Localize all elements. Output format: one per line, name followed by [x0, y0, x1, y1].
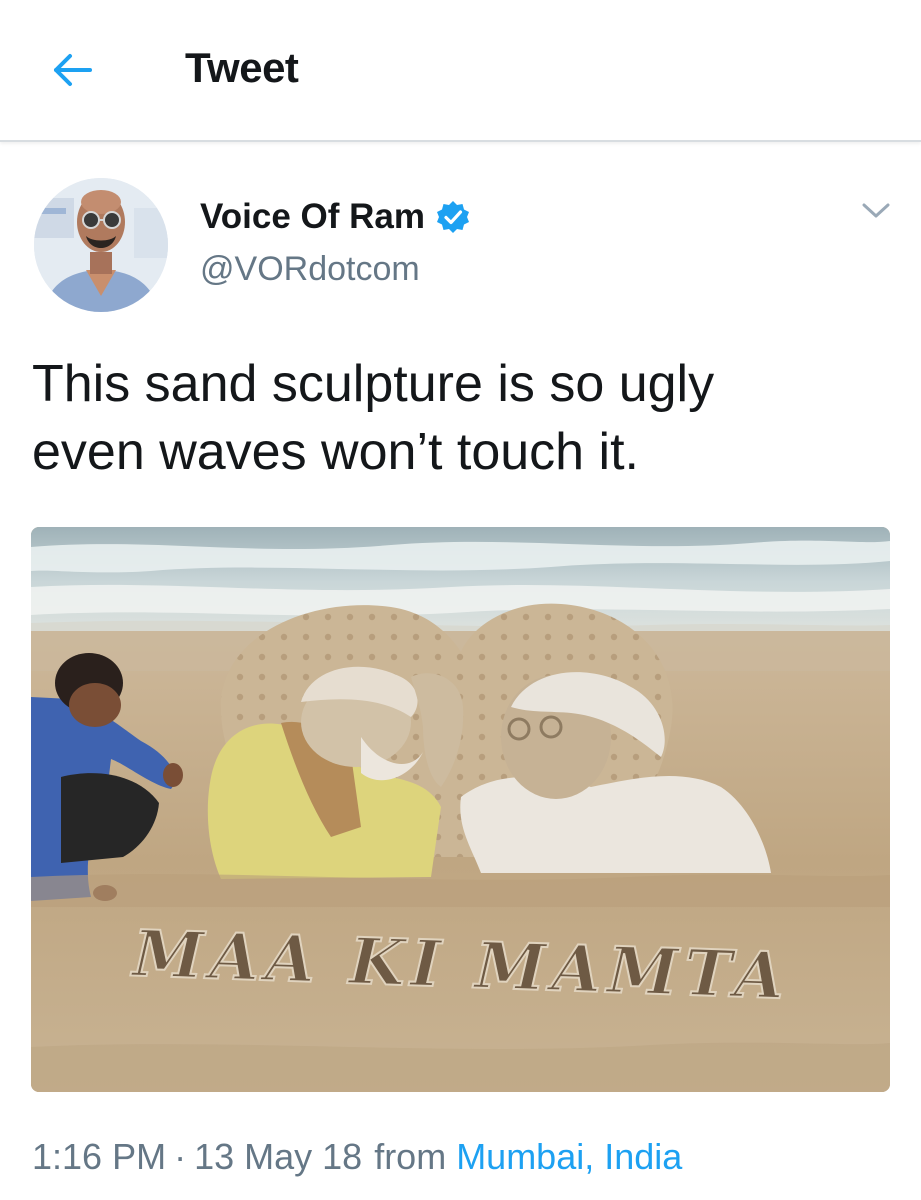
tweet-date: 13 May 18	[194, 1136, 363, 1177]
chevron-down-icon	[862, 203, 890, 218]
author-name-row[interactable]: Voice Of Ram	[200, 195, 471, 239]
avatar-photo	[34, 178, 168, 312]
verified-badge-icon	[436, 201, 469, 233]
page-title: Tweet	[185, 44, 299, 91]
tweet-text: This sand sculpture is so ugly even wave…	[32, 355, 715, 481]
arrow-left-icon	[54, 54, 92, 86]
tweet-meta: 1:16 PM · 13 May 18 from Mumbai, India	[32, 1136, 682, 1178]
sand-sculpture-photo: MAA KI MAMTA	[31, 527, 890, 1092]
display-name[interactable]: Voice Of Ram	[200, 197, 425, 237]
avatar[interactable]	[34, 178, 168, 312]
tweet-time: 1:16 PM	[32, 1136, 167, 1177]
author-handle[interactable]: @VORdotcom	[200, 250, 420, 289]
from-label: from	[374, 1136, 447, 1177]
tweet-options-button[interactable]	[858, 193, 894, 229]
tweet-photo[interactable]: MAA KI MAMTA	[31, 527, 890, 1092]
meta-separator: ·	[174, 1136, 187, 1177]
tweet-detail-screen: Tweet Voice Of Ram @VORdotcom This sand …	[0, 0, 921, 1200]
top-app-bar: Tweet	[0, 0, 921, 142]
location-link[interactable]: Mumbai, India	[456, 1136, 682, 1177]
back-button[interactable]	[44, 45, 100, 95]
